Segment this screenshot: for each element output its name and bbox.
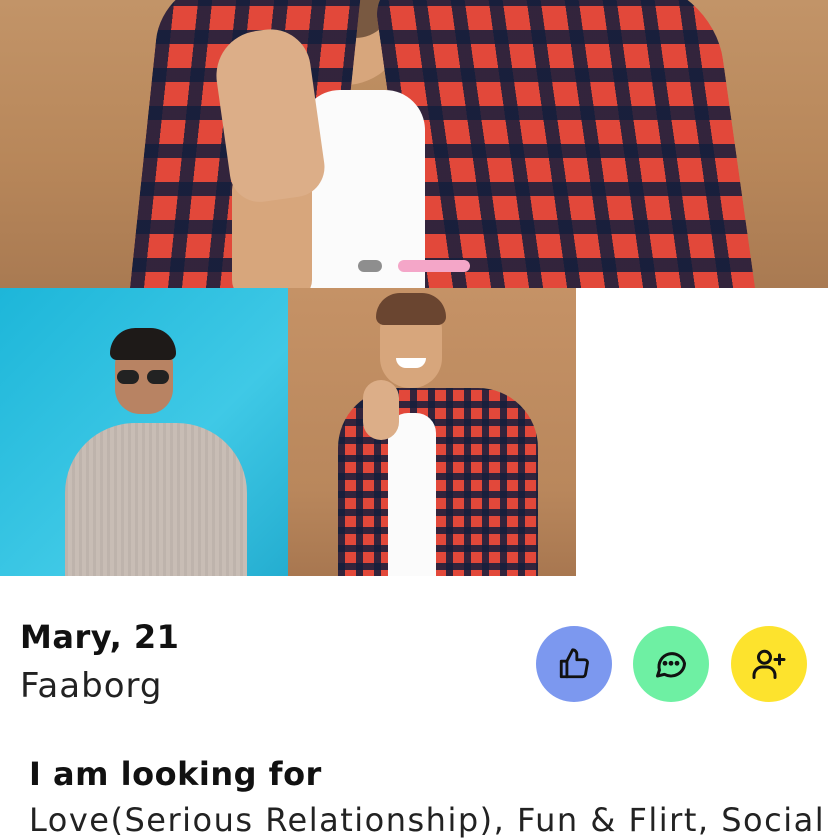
looking-for-text: Love(Serious Relationship), Fun & Flirt,… [29,801,826,839]
photo-shirt-right [371,0,759,288]
thumb2-tshirt [388,413,436,576]
thumb1-sweater [65,423,247,576]
chat-bubble-icon [656,652,686,678]
like-button[interactable] [536,626,612,702]
slide-dot-2-active[interactable] [398,260,470,272]
thumb2-hair [376,293,446,325]
thumb2-hand [363,380,399,440]
photo-tshirt [300,90,425,288]
main-photo[interactable] [0,0,828,288]
thumb1-hair [110,328,176,360]
slide-indicator [358,260,498,272]
looking-for-title: I am looking for [29,755,322,793]
thumbnail-photo-1[interactable] [0,288,288,576]
profile-name-age: Mary, 21 [20,618,180,656]
thumb1-sunglasses [114,370,172,384]
add-user-icon [752,649,786,679]
profile-location: Faaborg [20,666,163,706]
slide-dot-1[interactable] [358,260,382,272]
thumbnail-photo-2[interactable] [288,288,576,576]
add-friend-button[interactable] [731,626,807,702]
message-button[interactable] [633,626,709,702]
thumbs-up-icon [559,648,589,679]
